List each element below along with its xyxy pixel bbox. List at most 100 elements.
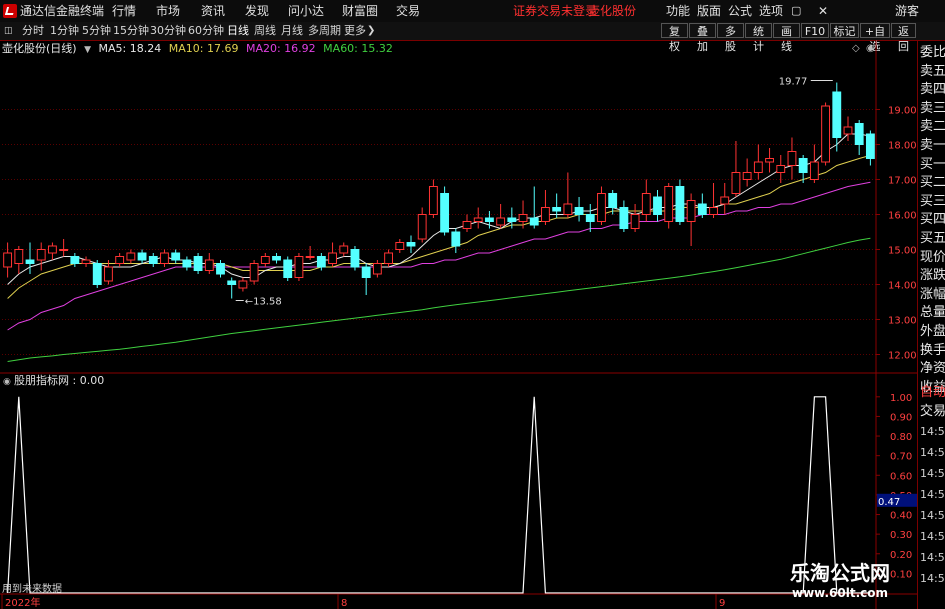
candle-body xyxy=(675,186,685,222)
candle[interactable] xyxy=(574,197,584,222)
candle[interactable] xyxy=(59,239,69,257)
candle[interactable] xyxy=(193,253,203,274)
candle[interactable] xyxy=(36,242,46,271)
quote-field-label: 卖三 xyxy=(920,100,945,116)
candle[interactable] xyxy=(821,102,830,166)
candle[interactable] xyxy=(160,249,169,268)
candle-body xyxy=(193,256,203,271)
candle[interactable] xyxy=(361,263,371,296)
candle[interactable] xyxy=(563,172,573,219)
candle[interactable] xyxy=(48,242,57,261)
candle-body xyxy=(821,105,830,163)
candle[interactable] xyxy=(720,183,730,215)
candle[interactable] xyxy=(238,277,248,292)
quote-field-label: 涨幅 xyxy=(920,286,945,302)
candle[interactable] xyxy=(249,260,259,285)
candle[interactable] xyxy=(92,260,102,288)
candle[interactable] xyxy=(597,186,606,226)
candle[interactable] xyxy=(697,193,707,219)
indicator-tick-label: 1.00 xyxy=(890,393,912,404)
indicator-tick-label: 0.20 xyxy=(890,550,912,561)
candle[interactable] xyxy=(854,120,864,155)
candle[interactable] xyxy=(809,144,819,184)
candle-body xyxy=(3,252,13,268)
candle[interactable] xyxy=(641,179,651,222)
candle[interactable] xyxy=(541,190,550,225)
candle[interactable] xyxy=(171,249,181,264)
candle-body xyxy=(36,249,46,261)
candle[interactable] xyxy=(283,256,293,282)
candle[interactable] xyxy=(709,183,718,218)
candle[interactable] xyxy=(686,193,696,247)
candle[interactable] xyxy=(227,277,237,299)
candle[interactable] xyxy=(428,179,438,219)
candle[interactable] xyxy=(440,186,450,236)
candle[interactable] xyxy=(462,214,472,233)
candle[interactable] xyxy=(776,155,786,183)
candle[interactable] xyxy=(14,246,24,274)
indicator-tick-label: 0.70 xyxy=(890,452,912,463)
candle[interactable] xyxy=(630,204,640,232)
candle[interactable] xyxy=(216,260,225,278)
candle[interactable] xyxy=(473,207,483,229)
quote-field-label: 买五 xyxy=(920,231,945,246)
candle[interactable] xyxy=(3,242,13,278)
candle[interactable] xyxy=(115,253,125,267)
candle[interactable] xyxy=(272,253,281,264)
tick-time: 14:56 xyxy=(920,572,945,585)
candle-body xyxy=(328,252,337,264)
tick-time: 14:56 xyxy=(920,467,945,480)
indicator-tick-label: 0.40 xyxy=(890,511,912,522)
candle[interactable] xyxy=(765,148,774,173)
candle[interactable] xyxy=(832,82,842,152)
candle[interactable] xyxy=(328,242,337,268)
candle[interactable] xyxy=(529,186,539,229)
tick-time: 14:56 xyxy=(920,509,945,522)
candle[interactable] xyxy=(339,242,349,257)
candle[interactable] xyxy=(787,137,797,180)
candle[interactable] xyxy=(675,179,685,226)
price-tick-label: 12.00 xyxy=(888,351,917,362)
candle[interactable] xyxy=(182,256,192,271)
candle-body xyxy=(406,242,416,247)
indicator-series xyxy=(7,396,871,594)
candle-body xyxy=(171,252,181,261)
candle-body xyxy=(742,172,752,180)
trade-label[interactable]: 交易 xyxy=(920,403,945,421)
candle-body xyxy=(541,207,550,222)
candle[interactable] xyxy=(619,200,629,233)
candle[interactable] xyxy=(843,116,853,142)
candle-body xyxy=(765,158,774,163)
candle[interactable] xyxy=(664,183,674,229)
candle[interactable] xyxy=(865,130,875,166)
candle[interactable] xyxy=(406,235,416,254)
candle[interactable] xyxy=(350,246,360,271)
tick-time: 14:55 xyxy=(920,425,945,438)
candle[interactable] xyxy=(585,204,595,232)
candle[interactable] xyxy=(137,249,147,264)
candle[interactable] xyxy=(305,246,315,260)
candle[interactable] xyxy=(81,256,91,268)
candle[interactable] xyxy=(496,204,506,229)
candle[interactable] xyxy=(372,260,382,278)
candle[interactable] xyxy=(70,253,80,267)
candle[interactable] xyxy=(384,249,393,268)
candle[interactable] xyxy=(753,144,763,180)
watermark-url: www.60lt.com xyxy=(792,586,889,600)
indicator-current-value: 0.47 xyxy=(878,497,900,508)
candle[interactable] xyxy=(653,190,662,222)
candle[interactable] xyxy=(742,158,752,187)
candle[interactable] xyxy=(731,141,741,197)
candle-body xyxy=(339,245,349,254)
candle[interactable] xyxy=(126,249,136,264)
candle[interactable] xyxy=(395,239,405,253)
indicator-tick-label: 0.10 xyxy=(890,569,912,580)
candle[interactable] xyxy=(148,253,158,267)
ma-lines xyxy=(7,133,871,362)
candle[interactable] xyxy=(294,253,304,281)
candle[interactable] xyxy=(417,207,427,243)
chart-area[interactable]: 19.00 18.00 17.00 16.00 15.00 14.00 13.00 12.00… xyxy=(0,0,917,609)
candle[interactable] xyxy=(204,253,214,274)
candle[interactable] xyxy=(260,253,270,267)
trade-label[interactable]: 自动 xyxy=(920,384,945,402)
